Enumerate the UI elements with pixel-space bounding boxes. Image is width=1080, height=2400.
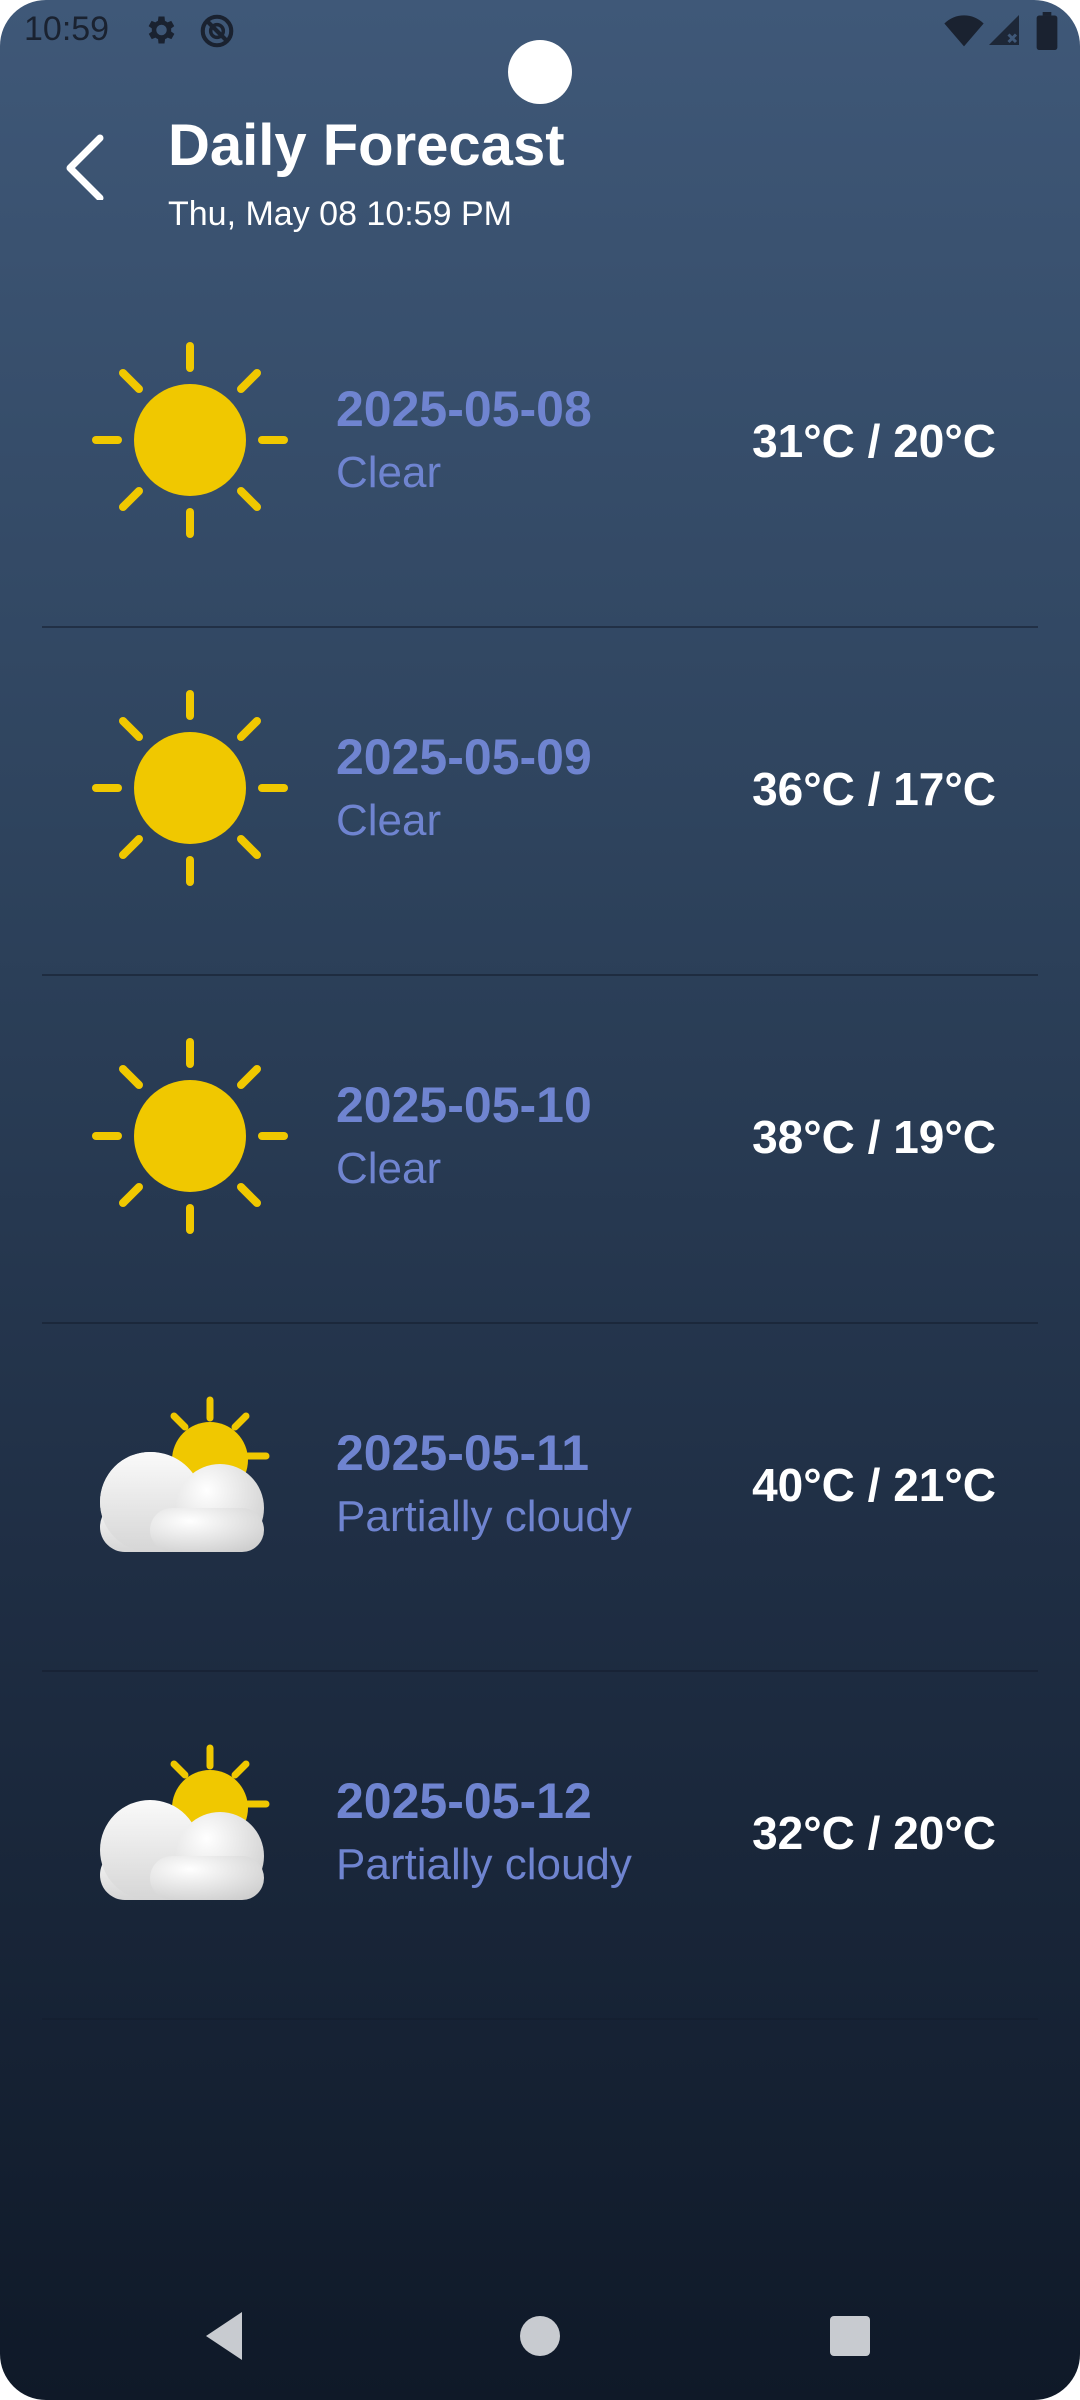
app-screen: 10:59 Daily Forecast Thu, May 08 10:59 P… — [0, 0, 1080, 2400]
forecast-temperature: 38°C / 19°C — [752, 1111, 996, 1163]
forecast-condition: Clear — [336, 1144, 442, 1193]
partly-cloudy-icon — [90, 1732, 290, 1932]
page-title: Daily Forecast — [168, 113, 565, 178]
forecast-row[interactable]: 2025-05-10 Clear 38°C / 19°C — [42, 976, 1038, 1324]
forecast-temperature: 32°C / 20°C — [752, 1807, 996, 1859]
gear-icon — [142, 12, 178, 53]
forecast-row[interactable]: 2025-05-12 Partially cloudy 32°C / 20°C — [42, 1672, 1038, 2020]
back-nav-icon[interactable] — [176, 2300, 276, 2380]
signal-icon — [986, 12, 1022, 53]
forecast-condition: Clear — [336, 448, 442, 497]
forecast-row[interactable]: 2025-05-08 Clear 31°C / 20°C — [42, 280, 1038, 628]
back-button[interactable] — [52, 120, 124, 216]
forecast-row[interactable]: 2025-05-11 Partially cloudy 40°C / 21°C — [42, 1324, 1038, 1672]
partly-cloudy-icon — [90, 1384, 290, 1584]
system-nav-bar — [0, 2300, 1080, 2400]
sun-icon — [90, 1036, 290, 1236]
forecast-temperature: 40°C / 21°C — [752, 1459, 996, 1511]
page-subtitle: Thu, May 08 10:59 PM — [168, 195, 512, 233]
forecast-condition: Partially cloudy — [336, 1840, 632, 1889]
sun-icon — [90, 688, 290, 888]
forecast-date: 2025-05-09 — [336, 729, 592, 785]
chevron-left-icon — [66, 134, 104, 202]
forecast-date: 2025-05-11 — [336, 1425, 590, 1481]
forecast-list: 2025-05-08 Clear 31°C / 20°C 2025-05-09 … — [42, 280, 1038, 2020]
sun-icon — [90, 340, 290, 540]
home-nav-icon[interactable] — [490, 2300, 590, 2380]
forecast-date: 2025-05-12 — [336, 1773, 592, 1829]
forecast-row[interactable]: 2025-05-09 Clear 36°C / 17°C — [42, 628, 1038, 976]
do-not-disturb-icon — [198, 12, 236, 55]
forecast-temperature: 31°C / 20°C — [752, 415, 996, 467]
wifi-icon — [944, 12, 984, 53]
forecast-condition: Clear — [336, 796, 442, 845]
battery-icon — [1036, 12, 1058, 55]
recents-nav-icon[interactable] — [800, 2300, 900, 2380]
forecast-date: 2025-05-08 — [336, 381, 592, 437]
forecast-temperature: 36°C / 17°C — [752, 763, 996, 815]
forecast-date: 2025-05-10 — [336, 1077, 592, 1133]
forecast-condition: Partially cloudy — [336, 1492, 632, 1541]
status-time: 10:59 — [24, 10, 110, 48]
camera-cutout — [508, 40, 572, 104]
